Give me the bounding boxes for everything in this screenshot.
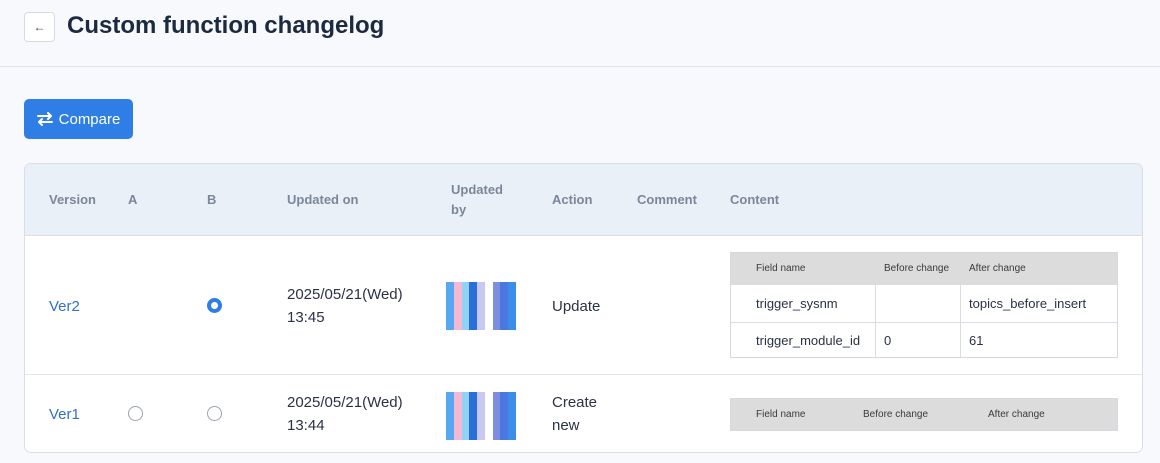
content-after: topics_before_insert	[969, 296, 1087, 311]
version-link[interactable]: Ver2	[49, 295, 80, 318]
col-version: Version	[49, 192, 96, 207]
action: Update	[552, 298, 601, 315]
content-row: trigger_sysnm topics_before_insert	[731, 285, 1117, 322]
avatar-stripe	[477, 392, 485, 440]
content-th-field: Field name	[756, 409, 806, 420]
swap-arrows-icon	[36, 112, 53, 126]
changelog-table: Version A B Updated on Updated by Action…	[24, 163, 1143, 453]
avatar-stripe	[500, 282, 509, 330]
avatar-stripe	[446, 282, 454, 330]
col-updated-by: Updated by	[451, 180, 503, 220]
radio-a[interactable]	[128, 406, 143, 421]
updated-time: 13:45	[287, 309, 325, 326]
updated-time: 13:44	[287, 417, 325, 434]
avatar-stripe	[477, 282, 485, 330]
avatar-stripe	[500, 392, 509, 440]
avatar-stripe	[453, 392, 462, 440]
table-row: Ver1 2025/05/21(Wed) 13:44 Create new Fi…	[25, 376, 1142, 452]
back-button[interactable]: ←	[24, 12, 55, 42]
updated-on: 2025/05/21(Wed) 13:45	[287, 283, 403, 329]
avatar-stripe	[484, 282, 493, 330]
content-field: trigger_module_id	[756, 333, 861, 348]
avatar-stripe	[461, 282, 470, 330]
avatar-stripe	[469, 282, 478, 330]
avatar-stripe	[508, 392, 517, 440]
content-table-header: Field name Before change After change	[731, 399, 1117, 430]
col-content: Content	[730, 192, 780, 207]
content-after: 61	[969, 333, 984, 348]
radio-b[interactable]	[207, 406, 222, 421]
updated-on: 2025/05/21(Wed) 13:44	[287, 391, 403, 437]
content-field: trigger_sysnm	[756, 296, 838, 311]
avatar-stripe	[508, 282, 517, 330]
avatar-stripe	[492, 282, 501, 330]
content-table: Field name Before change After change	[730, 398, 1118, 431]
content-th-after: After change	[988, 409, 1045, 420]
updated-date: 2025/05/21(Wed)	[287, 394, 403, 411]
col-b: B	[207, 192, 217, 207]
col-action: Action	[552, 192, 593, 207]
action: Create new	[552, 391, 597, 437]
col-updated-on: Updated on	[287, 192, 359, 207]
col-updated-by-line1: Updated	[451, 182, 503, 197]
compare-label: Compare	[58, 110, 121, 128]
table-row: Ver2 2025/05/21(Wed) 13:45 Update Field …	[25, 237, 1142, 375]
version-link[interactable]: Ver1	[49, 403, 80, 426]
content-before: 0	[884, 333, 892, 348]
content-th-before: Before change	[863, 409, 929, 420]
content-th-before: Before change	[884, 263, 950, 274]
table-header: Version A B Updated on Updated by Action…	[25, 164, 1142, 236]
content-th-field: Field name	[756, 263, 806, 274]
content-table: Field name Before change After change tr…	[730, 252, 1118, 358]
avatar	[446, 392, 517, 440]
avatar-stripe	[461, 392, 470, 440]
avatar-stripe	[446, 392, 454, 440]
avatar-stripe	[469, 392, 478, 440]
col-a: A	[128, 192, 138, 207]
updated-date: 2025/05/21(Wed)	[287, 286, 403, 303]
action-line1: Create	[552, 394, 598, 411]
avatar	[446, 282, 517, 330]
action-line2: new	[552, 417, 580, 434]
content-th-after: After change	[969, 263, 1026, 274]
avatar-stripe	[484, 392, 493, 440]
compare-button[interactable]: Compare	[24, 99, 133, 139]
content-row: trigger_module_id 0 61	[731, 322, 1117, 358]
radio-b[interactable]	[207, 298, 222, 313]
avatar-stripe	[453, 282, 462, 330]
arrow-left-icon: ←	[33, 20, 46, 34]
avatar-stripe	[492, 392, 501, 440]
col-updated-by-line2: by	[451, 202, 467, 217]
col-comment: Comment	[637, 192, 697, 207]
content-table-header: Field name Before change After change	[731, 253, 1117, 285]
page-title: Custom function changelog	[67, 12, 385, 39]
page-header: ← Custom function changelog	[0, 0, 1160, 67]
